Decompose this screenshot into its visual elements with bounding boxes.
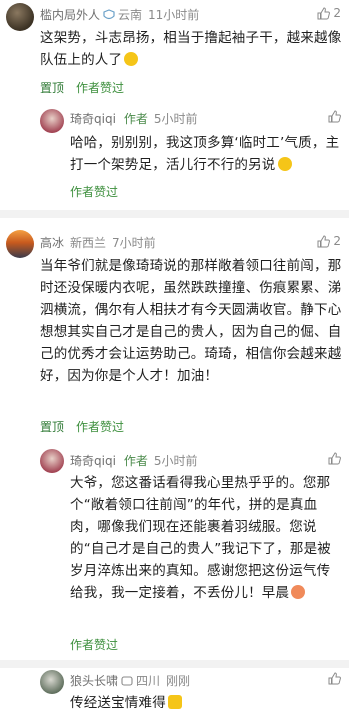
timestamp: 7小时前 [112, 236, 156, 250]
reply-timestamp: 5小时前 [153, 454, 198, 468]
like-button[interactable]: 2 [317, 234, 341, 248]
reply-like-button[interactable] [328, 110, 341, 123]
author-tag: 作者 [123, 454, 148, 468]
like-button[interactable]: 2 [317, 6, 341, 20]
comment-text: 传经送宝情难得 [70, 692, 342, 713]
pin-top-button[interactable]: 置顶 [40, 418, 64, 435]
reply-meta: 琦奇qiqi 作者 5小时前 [70, 452, 198, 469]
comment-text: 这架势，斗志昂扬，相当于撸起袖子干，越来越像队伍上的人了 [40, 30, 342, 68]
comment-meta: 狼头长啸 四川 刚刚 [70, 672, 190, 689]
verified-badge-icon [103, 8, 115, 19]
thumbs-up-emoji-icon [167, 695, 182, 709]
timestamp: 11小时前 [148, 8, 200, 22]
thumb-up-icon [328, 110, 341, 123]
like-count: 2 [333, 6, 341, 20]
location: 四川 [136, 674, 161, 688]
location: 云南 [118, 8, 143, 22]
username[interactable]: 高冰 [40, 234, 64, 251]
reply-text: 哈哈，别别别，我这顶多算‘临时工’气质，主打一个架势足，活儿行不行的另说 [70, 135, 340, 173]
like-count: 2 [333, 234, 341, 248]
author-liked-label: 作者赞过 [70, 185, 119, 199]
like-button[interactable] [328, 672, 341, 685]
reply-username[interactable]: 琦奇qiqi [70, 110, 116, 127]
reply-text: 大爷，您这番话看得我心里热乎乎的。您那个“敞着领口往前闯”的年代，拼的是真血肉，… [70, 475, 331, 601]
divider [0, 660, 349, 668]
timestamp: 刚刚 [166, 674, 191, 688]
reply-meta: 琦奇qiqi 作者 5小时前 [70, 110, 198, 127]
author-liked-label: 作者赞过 [70, 638, 119, 652]
comment-meta: 槛内局外人 云南 11小时前 [40, 6, 199, 23]
divider [0, 210, 349, 218]
pin-top-button[interactable]: 置顶 [40, 79, 64, 96]
thumb-up-icon [317, 6, 331, 19]
thumb-up-icon [328, 452, 341, 465]
reply-avatar[interactable] [40, 449, 64, 473]
comment-3: 狼头长啸 四川 刚刚 传经送宝情难得 [0, 668, 349, 713]
thumb-up-icon [328, 672, 341, 685]
reply-username[interactable]: 琦奇qiqi [70, 452, 116, 469]
comment-meta: 高冰 新西兰 7小时前 [40, 234, 156, 251]
reply-timestamp: 5小时前 [153, 112, 198, 126]
comment-1: 槛内局外人 云南 11小时前 2 这架势，斗志昂扬，相当于撸起袖子干，越来越像队… [0, 0, 349, 208]
author-tag: 作者 [123, 112, 148, 126]
reply-like-button[interactable] [328, 452, 341, 465]
comment-2: 高冰 新西兰 7小时前 2 当年爷们就是像琦琦说的那样敞着领口往前闯，那时还没保… [0, 222, 349, 662]
avatar[interactable] [6, 230, 34, 258]
username[interactable]: 狼头长啸 [70, 672, 118, 689]
reply-actions: 作者赞过 [70, 183, 118, 200]
level-badge-icon [121, 675, 133, 686]
reply-avatar[interactable] [40, 109, 64, 133]
comment-actions: 置顶 作者赞过 [40, 79, 124, 96]
username[interactable]: 槛内局外人 [40, 6, 100, 23]
comment-text: 当年爷们就是像琦琦说的那样敞着领口往前闯，那时还没保暖内衣呢，虽然跌跌撞撞、伤痕… [40, 258, 342, 384]
comment-actions: 置顶 作者赞过 [40, 418, 124, 435]
author-liked-label: 作者赞过 [76, 420, 125, 434]
heart-face-emoji-icon [291, 585, 306, 599]
avatar[interactable] [40, 670, 64, 694]
avatar[interactable] [6, 3, 34, 31]
reply-actions: 作者赞过 [70, 636, 118, 653]
laugh-emoji-icon [277, 157, 292, 171]
location: 新西兰 [70, 236, 107, 250]
grin-emoji-icon [124, 52, 139, 66]
thumb-up-icon [317, 234, 331, 247]
author-liked-label: 作者赞过 [76, 81, 125, 95]
